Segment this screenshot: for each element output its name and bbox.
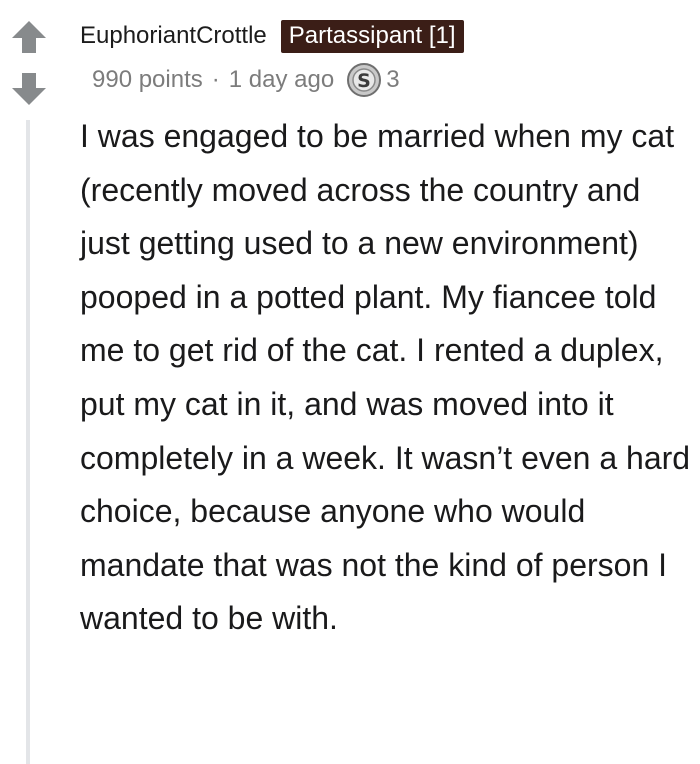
- meta-separator: ·: [211, 66, 220, 93]
- downvote-button[interactable]: [10, 70, 48, 108]
- award-badge[interactable]: S 3: [346, 62, 400, 98]
- timestamp-link[interactable]: 1 day ago: [229, 66, 334, 94]
- comment-meta: 990 points · 1 day ago S 3: [92, 62, 400, 98]
- silver-award-icon: S: [347, 63, 382, 97]
- vote-column: [0, 0, 60, 764]
- award-count: 3: [386, 66, 400, 93]
- arrow-up-icon: [12, 21, 46, 53]
- comment-body: I was engaged to be married when my cat …: [80, 118, 691, 637]
- points-count: 990 points: [92, 66, 203, 93]
- thread-line[interactable]: [26, 120, 30, 764]
- svg-text:S: S: [357, 70, 371, 92]
- username-link[interactable]: EuphoriantCrottle: [80, 22, 267, 50]
- arrow-down-icon: [12, 73, 46, 105]
- comment-header: EuphoriantCrottle Partassipant [1]: [80, 18, 464, 54]
- upvote-button[interactable]: [10, 18, 48, 56]
- user-flair: Partassipant [1]: [280, 19, 464, 53]
